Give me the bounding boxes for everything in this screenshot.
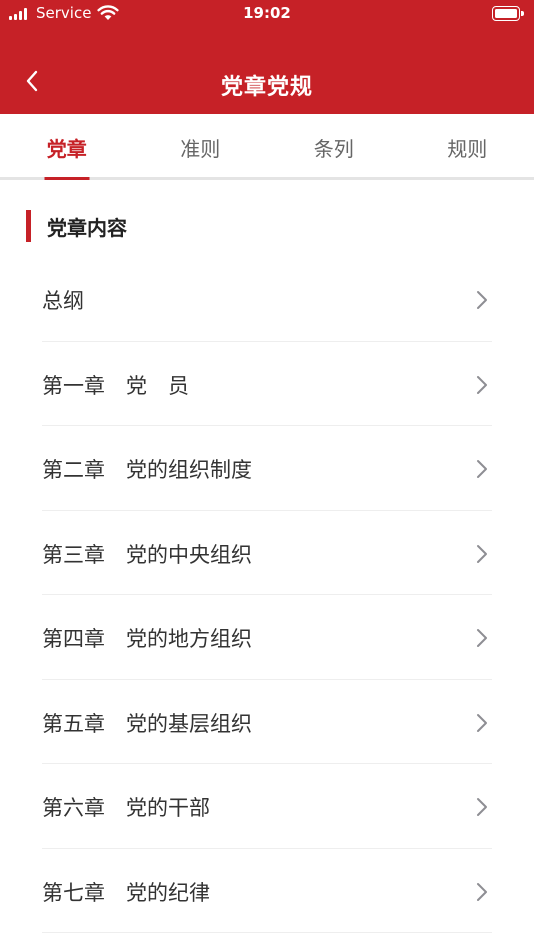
header: Service 19:02 党章党规 <box>0 0 534 114</box>
tab-label: 党章 <box>46 137 87 161</box>
list-item-label: 第一章 党 员 <box>42 373 189 398</box>
section-title: 党章内容 <box>47 215 127 240</box>
list-item[interactable]: 总纲 <box>42 257 492 342</box>
tab-label: 准则 <box>180 137 221 161</box>
tab-label: 条列 <box>313 137 354 161</box>
tab-rules[interactable]: 规则 <box>401 114 534 177</box>
list-item-label: 第五章 党的基层组织 <box>42 711 252 736</box>
chevron-right-icon <box>477 882 487 901</box>
list-item-label: 第六章 党的干部 <box>42 796 210 820</box>
section-accent-bar <box>26 210 31 242</box>
tab-regulations[interactable]: 条列 <box>267 114 401 177</box>
tab-party-constitution[interactable]: 党章 <box>0 114 134 180</box>
list-item[interactable]: 第六章 党的干部 <box>42 764 492 849</box>
list-item[interactable]: 第七章 党的纪律 <box>42 849 492 933</box>
chevron-right-icon <box>477 460 487 478</box>
tab-guidelines[interactable]: 准则 <box>134 114 268 177</box>
nav-bar: 党章党规 <box>0 28 534 114</box>
battery-icon <box>492 6 524 21</box>
chevron-right-icon <box>477 375 487 394</box>
section-header: 党章内容 <box>26 210 127 242</box>
chevron-right-icon <box>477 629 487 647</box>
tab-label: 规则 <box>447 137 488 161</box>
list-item-label: 第二章 党的组织制度 <box>42 458 252 482</box>
chapter-list: 总纲 第一章 党 员 第二章 党的组织制度 第三章 党的中央组织 第四章 党的地… <box>0 257 534 933</box>
tab-bar: 党章 准则 条列 规则 <box>0 114 534 180</box>
list-item[interactable]: 第五章 党的基层组织 <box>42 680 492 764</box>
chevron-right-icon <box>477 544 487 563</box>
list-item[interactable]: 第一章 党 员 <box>42 342 492 426</box>
chevron-right-icon <box>477 713 487 732</box>
list-item-label: 第七章 党的纪律 <box>42 880 210 905</box>
tab-active-indicator <box>44 177 90 180</box>
list-item[interactable]: 第二章 党的组织制度 <box>42 426 492 511</box>
status-bar: Service 19:02 <box>0 0 534 28</box>
page-title: 党章党规 <box>220 75 313 100</box>
list-item[interactable]: 第四章 党的地方组织 <box>42 595 492 680</box>
status-time: 19:02 <box>243 4 291 22</box>
chevron-right-icon <box>477 291 487 309</box>
list-item[interactable]: 第三章 党的中央组织 <box>42 511 492 595</box>
list-item-label: 第三章 党的中央组织 <box>42 542 252 567</box>
app-screen: Service 19:02 党章党规 党章 准则 条列 规则 党章内容 总纲 第… <box>0 0 534 950</box>
chevron-right-icon <box>477 798 487 816</box>
list-item-label: 总纲 <box>42 289 84 313</box>
list-item-label: 第四章 党的地方组织 <box>42 627 252 651</box>
